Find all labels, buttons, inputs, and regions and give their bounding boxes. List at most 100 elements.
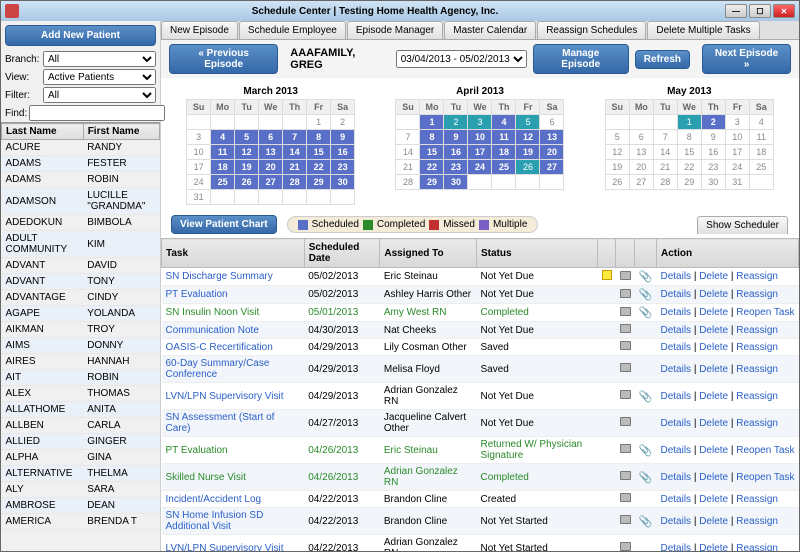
action-details[interactable]: Details (660, 289, 691, 300)
patient-row[interactable]: ADAMSONLUCILLE "GRANDMA" (2, 188, 160, 215)
calendar-day[interactable]: 3 (187, 130, 211, 145)
calendar-day[interactable]: 27 (259, 175, 283, 190)
calendar-day[interactable]: 13 (629, 145, 653, 160)
action-reassign[interactable]: Reassign (736, 391, 778, 402)
calendar-day[interactable]: 18 (492, 145, 516, 160)
calendar-day[interactable]: 28 (283, 175, 307, 190)
calendar-day[interactable]: 20 (629, 160, 653, 175)
task-grid[interactable]: TaskScheduled DateAssigned ToStatusActio… (161, 238, 799, 551)
action-delete[interactable]: Delete (699, 307, 728, 318)
calendar-day[interactable] (259, 190, 283, 205)
grid-header[interactable] (598, 239, 616, 268)
calendar-day[interactable]: 11 (492, 130, 516, 145)
print-icon[interactable] (620, 363, 631, 372)
patient-row[interactable]: ACURERANDY (2, 140, 160, 156)
calendar-day[interactable] (749, 175, 773, 190)
calendar-day[interactable] (235, 190, 259, 205)
calendar-day[interactable]: 31 (187, 190, 211, 205)
print-icon[interactable] (620, 307, 631, 316)
task-link[interactable]: Skilled Nurse Visit (166, 472, 246, 483)
grid-header[interactable] (616, 239, 635, 268)
calendar-day[interactable] (492, 175, 516, 190)
next-episode-button[interactable]: Next Episode » (702, 44, 791, 74)
calendar-day[interactable]: 22 (420, 160, 444, 175)
action-delete[interactable]: Delete (699, 342, 728, 353)
attachment-icon[interactable]: 📎 (639, 472, 653, 484)
calendar-day[interactable]: 8 (420, 130, 444, 145)
calendar-day[interactable]: 6 (259, 130, 283, 145)
calendar-day[interactable]: 29 (420, 175, 444, 190)
attachment-icon[interactable]: 📎 (639, 271, 653, 283)
action-reopen[interactable]: Reopen Task (736, 445, 794, 456)
calendar-day[interactable]: 1 (420, 115, 444, 130)
calendar-day[interactable]: 11 (211, 145, 235, 160)
action-details[interactable]: Details (660, 342, 691, 353)
task-link[interactable]: SN Discharge Summary (166, 271, 273, 282)
calendar-day[interactable]: 24 (725, 160, 749, 175)
calendar-day[interactable] (653, 115, 677, 130)
maximize-button[interactable]: ☐ (749, 4, 771, 18)
action-delete[interactable]: Delete (699, 418, 728, 429)
calendar-day[interactable] (187, 115, 211, 130)
print-icon[interactable] (620, 341, 631, 350)
action-reopen[interactable]: Reopen Task (736, 307, 794, 318)
calendar-day[interactable] (211, 190, 235, 205)
calendar-day[interactable]: 5 (235, 130, 259, 145)
calendar-day[interactable]: 19 (235, 160, 259, 175)
patient-row[interactable]: ALLIEDGINGER (2, 434, 160, 450)
col-last-name[interactable]: Last Name (2, 124, 84, 140)
calendar-day[interactable]: 20 (259, 160, 283, 175)
calendar-day[interactable]: 10 (725, 130, 749, 145)
patient-row[interactable]: ADAMSROBIN (2, 172, 160, 188)
calendar-day[interactable]: 18 (749, 145, 773, 160)
grid-header[interactable] (635, 239, 657, 268)
action-details[interactable]: Details (660, 307, 691, 318)
action-reassign[interactable]: Reassign (736, 342, 778, 353)
calendar-day[interactable]: 25 (492, 160, 516, 175)
action-delete[interactable]: Delete (699, 494, 728, 505)
action-reassign[interactable]: Reassign (736, 516, 778, 527)
patient-row[interactable]: AMBROSEDEAN (2, 498, 160, 514)
print-icon[interactable] (620, 493, 631, 502)
action-details[interactable]: Details (660, 543, 691, 552)
calendar-day[interactable]: 11 (749, 130, 773, 145)
print-icon[interactable] (620, 515, 631, 524)
attachment-icon[interactable]: 📎 (639, 307, 653, 319)
branch-select[interactable]: All (43, 51, 156, 67)
calendar-day[interactable] (396, 115, 420, 130)
grid-header[interactable]: Assigned To (380, 239, 477, 268)
patient-row[interactable]: ALLBENCARLA (2, 418, 160, 434)
attachment-icon[interactable]: 📎 (639, 445, 653, 457)
attachment-icon[interactable]: 📎 (639, 391, 653, 403)
calendar-day[interactable]: 28 (653, 175, 677, 190)
calendar-day[interactable]: 15 (307, 145, 331, 160)
previous-episode-button[interactable]: « Previous Episode (169, 44, 278, 74)
close-button[interactable]: ✕ (773, 4, 795, 18)
calendar-day[interactable]: 3 (468, 115, 492, 130)
calendar-day[interactable]: 4 (749, 115, 773, 130)
action-reassign[interactable]: Reassign (736, 271, 778, 282)
patient-row[interactable]: AIRESHANNAH (2, 354, 160, 370)
calendar-day[interactable]: 2 (701, 115, 725, 130)
patient-row[interactable]: ADVANTTONY (2, 274, 160, 290)
calendar-day[interactable]: 6 (629, 130, 653, 145)
print-icon[interactable] (620, 444, 631, 453)
grid-header[interactable]: Task (162, 239, 305, 268)
calendar-day[interactable]: 23 (331, 160, 355, 175)
action-details[interactable]: Details (660, 494, 691, 505)
patient-row[interactable]: ALLATHOMEANITA (2, 402, 160, 418)
action-reassign[interactable]: Reassign (736, 325, 778, 336)
action-delete[interactable]: Delete (699, 289, 728, 300)
calendar-day[interactable]: 5 (605, 130, 629, 145)
task-link[interactable]: Incident/Accident Log (166, 494, 262, 505)
action-details[interactable]: Details (660, 445, 691, 456)
calendar-day[interactable]: 31 (725, 175, 749, 190)
calendar-day[interactable]: 26 (605, 175, 629, 190)
patient-row[interactable]: ALPHAGINA (2, 450, 160, 466)
action-reassign[interactable]: Reassign (736, 543, 778, 552)
calendar-day[interactable]: 9 (701, 130, 725, 145)
patient-row[interactable]: ALEXTHOMAS (2, 386, 160, 402)
patient-row[interactable]: AMERICABRENDA T (2, 514, 160, 530)
refresh-button[interactable]: Refresh (635, 50, 690, 69)
calendar-day[interactable] (283, 115, 307, 130)
